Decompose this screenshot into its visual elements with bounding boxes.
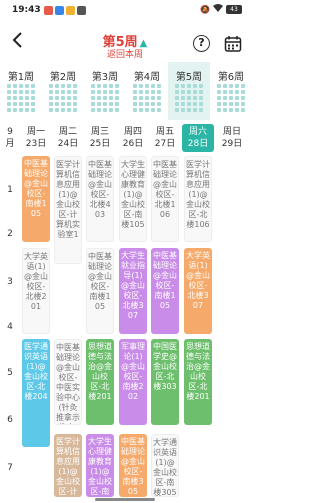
course-block[interactable]: 中医基础理论@金山校区-南楼305 xyxy=(119,434,147,497)
calendar-icon[interactable] xyxy=(224,35,242,53)
course-block[interactable]: 中国医学史@金山校区-北楼303 xyxy=(151,339,179,425)
battery-icon: 43 xyxy=(226,4,242,14)
day-header-1: 周一 23日 xyxy=(20,126,52,150)
period-number: 1 xyxy=(7,185,13,195)
status-right: 🔕 43 xyxy=(200,4,242,14)
period-number: 4 xyxy=(7,322,13,332)
week-preview-grid xyxy=(49,84,77,112)
notification-icons xyxy=(44,6,86,15)
week-tab-label: 第1周 xyxy=(7,72,35,83)
weekday-label: 周三 xyxy=(90,127,109,137)
course-block[interactable]: 大学生就业指导(1)@金山校区-北楼307 xyxy=(119,248,147,334)
week-tab-1[interactable]: 第1周 xyxy=(0,62,42,120)
course-block[interactable]: 中医基础理论@金山校区-北楼106 xyxy=(151,156,179,242)
course-block[interactable]: 医学计算机信息应用(1)@金山校区-计算机实验室1 xyxy=(54,434,82,497)
period-number: 5 xyxy=(7,368,13,378)
period-number: 2 xyxy=(7,229,13,239)
course-block[interactable]: 医学计算机信息应用(1)@金山校区-北楼106 xyxy=(184,156,212,242)
course-block[interactable]: 大学英语(1)@金山校区-北楼201 xyxy=(22,248,50,334)
month-label: 9 月 xyxy=(5,127,15,149)
course-block[interactable]: 军事理论(1)@金山校区-南楼202 xyxy=(119,339,147,425)
day-header-5: 周五 27日 xyxy=(149,126,181,150)
weekday-label: 周一 xyxy=(26,127,45,137)
date-label: 29日 xyxy=(221,139,243,149)
date-label: 27日 xyxy=(154,139,176,149)
period-number: 3 xyxy=(7,277,13,287)
course-block[interactable]: 中医基础理论@金山校区-中医实验中心(针灸推拿示教室) xyxy=(54,339,82,425)
course-block[interactable]: 思想道德与法治@金山校区-北楼201 xyxy=(86,339,114,425)
date-label: 24日 xyxy=(57,139,79,149)
week-preview-grid xyxy=(217,84,245,112)
course-block[interactable]: 医学通识英语(1)@金山校区-北楼204 xyxy=(22,339,50,447)
week-tab-label: 第2周 xyxy=(49,72,77,83)
week-tab-label: 第6周 xyxy=(217,72,245,83)
status-time: 19:43 xyxy=(12,5,41,15)
week-tab-2[interactable]: 第2周 xyxy=(42,62,84,120)
day-header-row: 9 月 周一 23日 周二 24日 周三 25日 周四 26日 周五 27日 周六 28日 周日 29日 xyxy=(0,124,250,154)
week-preview-grid xyxy=(91,84,119,112)
date-label: 28日 xyxy=(187,139,209,149)
day-header-3: 周三 25日 xyxy=(84,126,116,150)
course-block[interactable]: 大学生心理健康教育(1)@金山校区-南楼305 xyxy=(86,434,114,497)
week-tab-6[interactable]: 第6周 xyxy=(210,62,252,120)
return-this-week-link[interactable]: 返回本周 xyxy=(0,47,250,60)
course-block[interactable]: 大学英语(1)@金山校区-北楼307 xyxy=(184,248,212,334)
weekday-label: 周四 xyxy=(123,127,142,137)
week-tab-4[interactable]: 第4周 xyxy=(126,62,168,120)
mute-icon: 🔕 xyxy=(200,4,210,14)
week-selector: 第1周 第2周 第3周 第4周 第5周 第6周 xyxy=(0,62,250,120)
date-label: 25日 xyxy=(89,139,111,149)
period-number: 6 xyxy=(7,415,13,425)
week-tab-label: 第4周 xyxy=(133,72,161,83)
week-tab-label: 第5周 xyxy=(175,72,203,83)
weekday-label: 周五 xyxy=(155,127,174,137)
course-block[interactable]: 中医基础理论@金山校区-北楼403 xyxy=(86,156,114,242)
period-number: 7 xyxy=(7,463,13,473)
week-tab-3[interactable]: 第3周 xyxy=(84,62,126,120)
week-tab-label: 第3周 xyxy=(91,72,119,83)
week-tab-5[interactable]: 第5周 xyxy=(168,62,210,120)
course-block[interactable]: 思想道德与法治@金山校区-北楼201 xyxy=(184,339,212,425)
date-label: 23日 xyxy=(25,139,47,149)
course-block[interactable]: 中医基础理论@金山校区-南楼105 xyxy=(86,248,114,334)
status-bar: 19:43 🔕 43 xyxy=(0,0,250,22)
course-block[interactable]: 中医基础理论@金山校区-南楼105 xyxy=(22,156,50,242)
app-header: 第5周 ▲ 返回本周 ? xyxy=(0,22,250,60)
day-header-4: 周四 26日 xyxy=(117,126,149,150)
week-preview-grid xyxy=(175,84,203,112)
course-block[interactable]: 中医基础理论@金山校区-南楼105 xyxy=(151,248,179,334)
notification-icon xyxy=(55,6,64,15)
notification-icon xyxy=(44,6,53,15)
weekday-label: 周六 xyxy=(188,127,207,137)
week-preview-grid xyxy=(133,84,161,112)
notification-icon xyxy=(77,6,86,15)
course-block[interactable]: 医学计算机信息应用(1)@金山校区-计算机实验室1 xyxy=(54,156,82,264)
course-block[interactable]: 大学生心理健康教育(1)@金山校区-南楼105 xyxy=(119,156,147,242)
weekday-label: 周日 xyxy=(222,127,241,137)
day-header-2: 周二 24日 xyxy=(52,126,84,150)
week-preview-grid xyxy=(7,84,35,112)
notification-icon xyxy=(66,6,75,15)
wifi-icon xyxy=(213,4,223,14)
course-block[interactable]: 大学通识英语(1)@金山校区-南楼305 xyxy=(151,434,179,497)
gesture-bar xyxy=(0,497,250,503)
weekday-label: 周二 xyxy=(58,127,77,137)
day-header-6: 周六 28日 xyxy=(182,124,214,152)
day-header-7: 周日 29日 xyxy=(216,126,248,150)
date-label: 26日 xyxy=(122,139,144,149)
help-icon[interactable]: ? xyxy=(193,35,210,52)
